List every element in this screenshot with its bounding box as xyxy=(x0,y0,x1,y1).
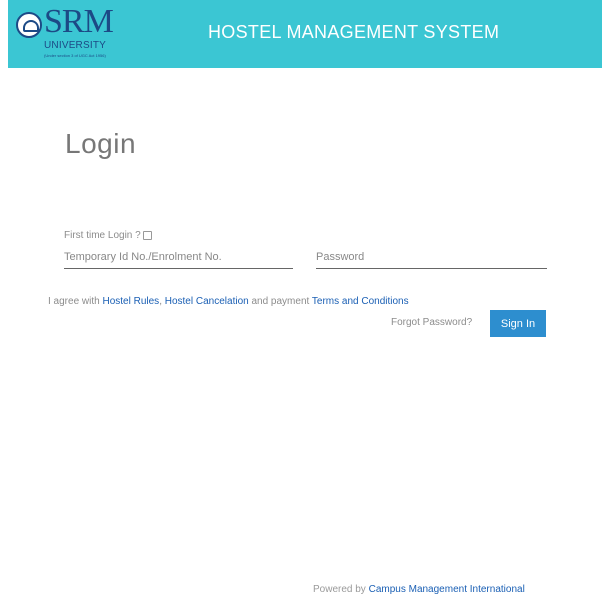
logo-tagline: (Under section 3 of UGC Act 1956) xyxy=(44,53,106,58)
university-emblem-icon xyxy=(16,12,42,38)
agreement-prefix: I agree with xyxy=(48,296,103,307)
first-time-login: First time Login ? xyxy=(64,230,152,241)
login-heading: Login xyxy=(65,128,137,159)
enrolment-id-input[interactable]: Temporary Id No./Enrolment No. xyxy=(64,249,293,269)
srm-university-logo[interactable]: SRM UNIVERSITY (Under section 3 of UGC A… xyxy=(12,4,122,64)
page: SRM UNIVERSITY (Under section 3 of UGC A… xyxy=(0,0,602,596)
hostel-cancelation-link[interactable]: Hostel Cancelation xyxy=(165,296,249,307)
first-time-login-checkbox[interactable] xyxy=(142,231,152,240)
terms-conditions-link[interactable]: Terms and Conditions xyxy=(312,296,409,307)
hostel-rules-link[interactable]: Hostel Rules xyxy=(102,296,159,307)
agreement-text: I agree with Hostel Rules, Hostel Cancel… xyxy=(48,296,409,307)
campus-management-link[interactable]: Campus Management International xyxy=(369,584,525,595)
app-title: HOSTEL MANAGEMENT SYSTEM xyxy=(208,22,500,42)
forgot-password-link[interactable]: Forgot Password? xyxy=(391,317,472,328)
footer: Powered by Campus Management Internation… xyxy=(313,584,525,595)
footer-prefix: Powered by xyxy=(313,584,369,595)
logo-name: SRM xyxy=(44,3,114,40)
logo-subtitle: UNIVERSITY xyxy=(44,40,107,51)
password-placeholder: Password xyxy=(316,251,365,263)
sign-in-button[interactable]: Sign In xyxy=(490,310,546,337)
enrolment-id-placeholder: Temporary Id No./Enrolment No. xyxy=(64,251,222,263)
first-time-login-label: First time Login ? xyxy=(64,230,141,241)
header-bar: SRM UNIVERSITY (Under section 3 of UGC A… xyxy=(8,0,602,68)
password-input[interactable]: Password xyxy=(316,249,547,269)
agreement-middle: and payment xyxy=(248,296,312,307)
